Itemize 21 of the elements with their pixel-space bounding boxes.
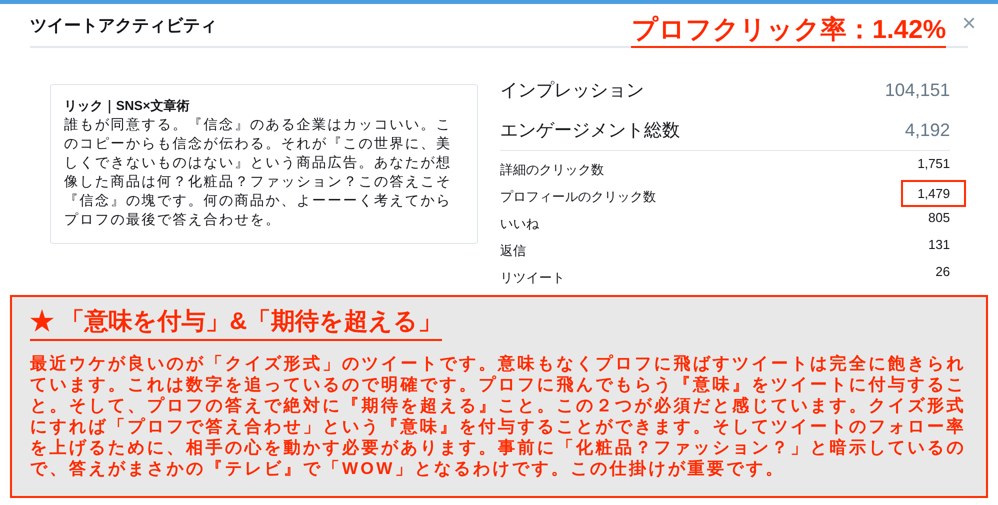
metric-label: プロフィールのクリック数	[500, 188, 656, 206]
metric-label: インプレッション	[500, 78, 644, 102]
metric-value: 131	[928, 236, 950, 254]
note-body: 最近ウケが良いのが「クイズ形式」のツイートです。意味もなくプロフに飛ばすツイートは完全に飽きられています。これは数字を追っているので明確です。プロフに飛んでもらう『意味』をツイートに付与すること。そして、プロフの答えで絶対に『期待を超える』こと。この２つが必須だと感じています。クイズ形式にすれば「プロフで答え合わせ」という『意味』を付与することができます。そしてツイートのフォロー率を上げるために、相手の心を動かす必要があります。事前に「化粧品？ファッション？」と暗示しているので、答えがまさかの『テレビ』で「WOW」となるわけです。この仕掛けが重要です。	[30, 353, 967, 479]
metric-label: いいね	[500, 214, 539, 233]
annotation-text: プロフクリック率：1.42%	[631, 16, 946, 48]
note-heading: ★ 「意味を付与」&「期待を超える」	[30, 307, 442, 341]
dialog-title: ツイートアクティビティ	[30, 14, 217, 36]
metric-value: 1,751	[917, 154, 950, 173]
metric-label: リツイート	[500, 268, 565, 287]
tweet-text: 誰もが同意する。『信念』のある企業はカッコいい。このコピーからも信念が伝わる。それが『この世界に、美しくできないものはない』という商品広告。あなたが想像した商品は何？化粧品？ファッション？この答えこそ『信念』の塊です。何の商品か、よーーーく考えてからプロフの最後で答え合わせを。	[64, 115, 452, 229]
metric-value: 1,479	[901, 180, 966, 208]
metric-value: 4,192	[904, 118, 950, 142]
metric-label: 返信	[500, 242, 526, 260]
metric-value: 805	[928, 208, 950, 227]
metric-label: エンゲージメント総数	[500, 118, 680, 142]
metric-value: 104,151	[884, 78, 950, 102]
metric-value: 26	[936, 262, 950, 281]
close-button[interactable]: ×	[962, 12, 976, 46]
tweet-author: リック｜SNS×文章術	[64, 97, 190, 115]
metric-label: 詳細のクリック数	[500, 160, 604, 179]
